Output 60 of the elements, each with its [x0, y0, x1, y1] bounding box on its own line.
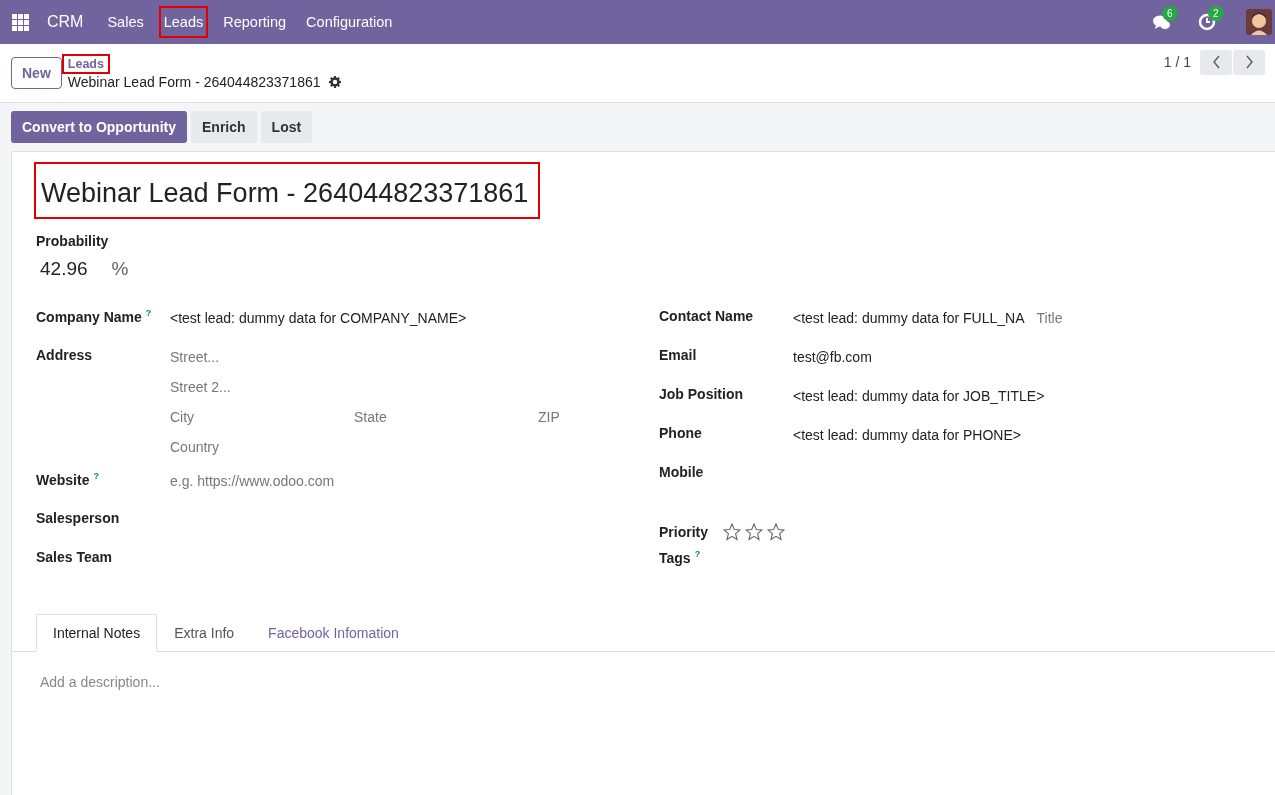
- app-name[interactable]: CRM: [41, 9, 90, 35]
- field-label: Address: [36, 347, 93, 363]
- field-value[interactable]: <test lead: dummy data for COMPANY_NAME>: [170, 310, 467, 326]
- field-label: Tags: [659, 549, 691, 566]
- help-tooltip-icon[interactable]: ?: [145, 308, 152, 318]
- field-value[interactable]: <test lead: dummy data for PHONE>: [793, 427, 1021, 443]
- field-label: Website: [36, 471, 90, 488]
- title-input-field[interactable]: Title: [1036, 310, 1063, 326]
- description-field[interactable]: Add a description...: [40, 674, 160, 690]
- settings-icon[interactable]: [328, 76, 341, 88]
- action-button[interactable]: Lost: [260, 111, 313, 143]
- city-input-field[interactable]: City: [170, 409, 354, 425]
- state-input-field[interactable]: State: [354, 409, 538, 425]
- menu-item[interactable]: Leads: [160, 8, 207, 36]
- field-label: Contact Name: [659, 308, 754, 324]
- activity-count-badge: 2: [1208, 6, 1224, 21]
- street2-input-field[interactable]: Street 2...: [170, 379, 231, 395]
- field-value[interactable]: <test lead: dummy data for JOB_TITLE>: [793, 388, 1045, 404]
- help-tooltip-icon[interactable]: ?: [93, 471, 99, 481]
- menu-item[interactable]: Reporting: [220, 8, 290, 36]
- previous-button[interactable]: [1200, 49, 1232, 75]
- pager-value: 1 / 1: [1163, 54, 1191, 70]
- chevron-right-icon: [1244, 55, 1254, 69]
- tab[interactable]: Internal Notes: [36, 614, 158, 652]
- breadcrumb-link[interactable]: Leads: [63, 56, 108, 72]
- country-input-field[interactable]: Country: [170, 439, 220, 455]
- input-field[interactable]: e.g. https://www.odoo.com: [170, 473, 335, 489]
- next-button[interactable]: [1233, 49, 1265, 75]
- field-label: Sales Team: [36, 549, 112, 565]
- action-button[interactable]: Convert to Opportunity: [11, 111, 187, 143]
- menu-item[interactable]: Sales: [104, 8, 147, 36]
- help-tooltip-icon[interactable]: ?: [694, 549, 701, 559]
- new-button[interactable]: New: [11, 57, 62, 89]
- field-label: Job Position: [659, 386, 743, 402]
- user-avatar-icon[interactable]: [1246, 9, 1272, 35]
- chevron-left-icon: [1211, 55, 1221, 69]
- star-icon[interactable]: [723, 523, 741, 541]
- field-label: Mobile: [659, 464, 704, 480]
- probability-value[interactable]: 42.96: [40, 258, 88, 280]
- percent-sign: %: [111, 258, 129, 280]
- field-label: Probability: [36, 233, 110, 249]
- street-input-field[interactable]: Street...: [170, 349, 220, 365]
- field-label: Phone: [659, 425, 702, 441]
- field-label: Priority: [659, 524, 708, 540]
- apps-menu-icon[interactable]: [12, 13, 29, 31]
- star-icon[interactable]: [767, 523, 785, 541]
- field-value[interactable]: <test lead: dummy data for FULL_NA: [793, 310, 1025, 326]
- tab[interactable]: Facebook Infomation: [251, 614, 416, 652]
- field-label: Email: [659, 347, 697, 363]
- field-label: Salesperson: [36, 510, 120, 526]
- action-button[interactable]: Enrich: [191, 111, 257, 143]
- zip-input-field[interactable]: ZIP: [538, 409, 722, 425]
- field-label: Company Name: [36, 308, 142, 325]
- message-count-badge: 6: [1162, 6, 1178, 21]
- record-title: Webinar Lead Form - 264044823371861: [36, 164, 539, 217]
- menu-item[interactable]: Configuration: [303, 8, 396, 36]
- field-value[interactable]: test@fb.com: [793, 349, 872, 365]
- tab[interactable]: Extra Info: [157, 614, 252, 652]
- star-icon[interactable]: [745, 523, 763, 541]
- record-name: Webinar Lead Form - 264044823371861: [67, 74, 321, 90]
